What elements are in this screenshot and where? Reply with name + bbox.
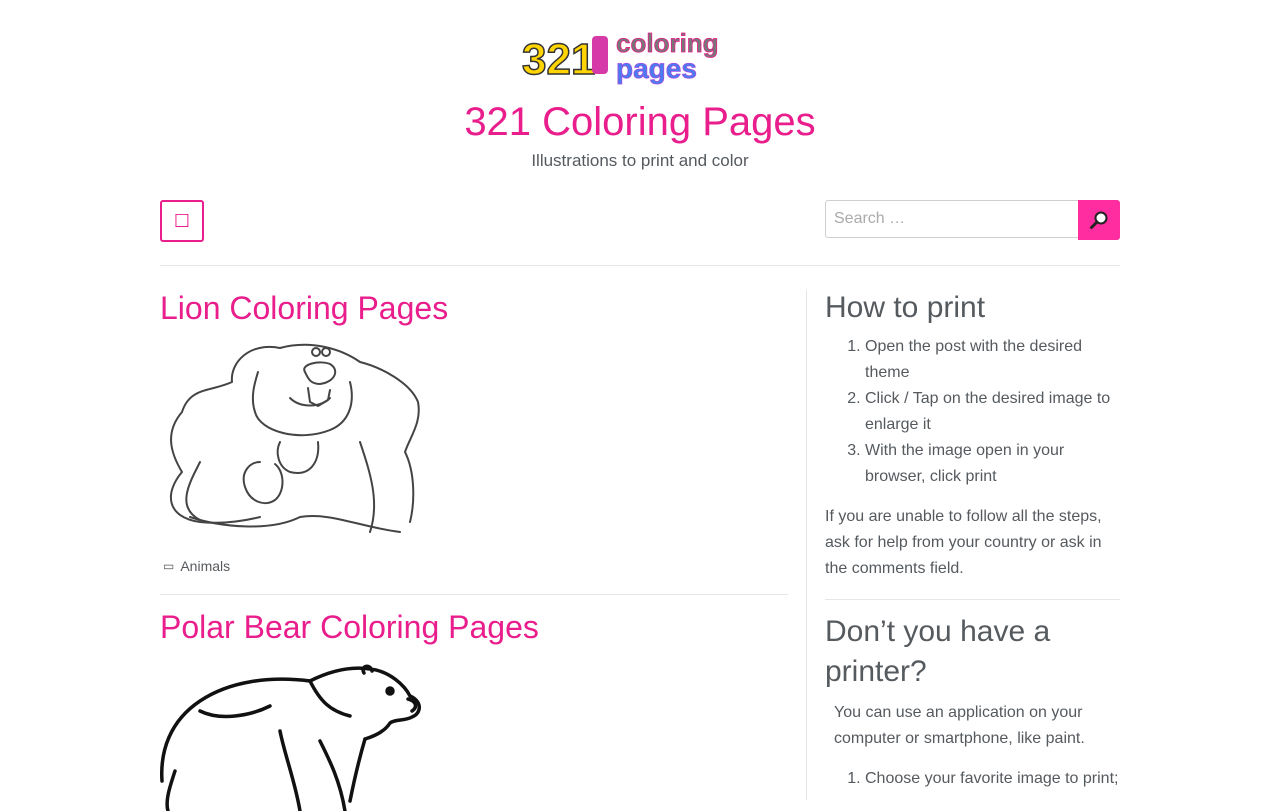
post-item: Lion Coloring Pages ▭ Animals — [160, 290, 788, 595]
search-icon — [1090, 211, 1108, 229]
no-printer-text: You can use an application on your compu… — [825, 700, 1120, 752]
list-item: Open the post with the desired theme — [865, 334, 1120, 386]
print-help-note: If you are unable to follow all the step… — [825, 508, 1102, 577]
svg-text:pages: pages — [616, 53, 697, 84]
no-printer-text-content: You can use an application on your compu… — [834, 704, 1085, 747]
post-title-polar-bear[interactable]: Polar Bear Coloring Pages — [160, 609, 788, 645]
site-tagline: Illustrations to print and color — [531, 151, 749, 170]
category-link-animals[interactable]: Animals — [180, 558, 230, 574]
widget-title-how-to-print: How to print — [825, 291, 986, 324]
polar-bear-image[interactable] — [160, 661, 422, 811]
svg-text:321: 321 — [522, 35, 595, 84]
post-title-lion[interactable]: Lion Coloring Pages — [160, 290, 788, 326]
list-item: Click / Tap on the desired image to enla… — [865, 386, 1120, 438]
sidebar-divider — [825, 599, 1120, 600]
menu-toggle-button[interactable]: ☐ — [160, 200, 204, 242]
header-divider — [160, 265, 1120, 266]
post-item: Polar Bear Coloring Pages — [160, 609, 788, 811]
folder-icon: ▭ — [163, 559, 175, 573]
lion-image[interactable] — [160, 342, 420, 538]
search-form — [825, 200, 1120, 240]
post-meta: ▭ Animals — [160, 556, 788, 576]
menu-icon: ☐ — [173, 210, 191, 232]
widget-title-no-printer: Don’t you have a printer? — [825, 615, 1051, 688]
list-item: Choose your favorite image to print; — [865, 766, 1120, 792]
search-input[interactable] — [825, 200, 1078, 238]
post-divider — [160, 594, 788, 595]
site-logo[interactable]: 321 coloring pages — [520, 22, 762, 86]
no-printer-steps-list: Choose your favorite image to print; — [825, 766, 1120, 792]
print-steps-list: Open the post with the desired theme Cli… — [825, 334, 1120, 490]
site-header: 321 coloring pages 321 Coloring Pages Il… — [0, 0, 1280, 266]
post-list: Lion Coloring Pages ▭ Animals Polar Bear… — [160, 290, 788, 811]
list-item: With the image open in your browser, cli… — [865, 438, 1120, 490]
sidebar: How to print Open the post with the desi… — [825, 288, 1120, 792]
site-title[interactable]: 321 Coloring Pages — [0, 98, 1280, 146]
search-button[interactable] — [1078, 200, 1120, 240]
column-divider — [806, 290, 807, 800]
